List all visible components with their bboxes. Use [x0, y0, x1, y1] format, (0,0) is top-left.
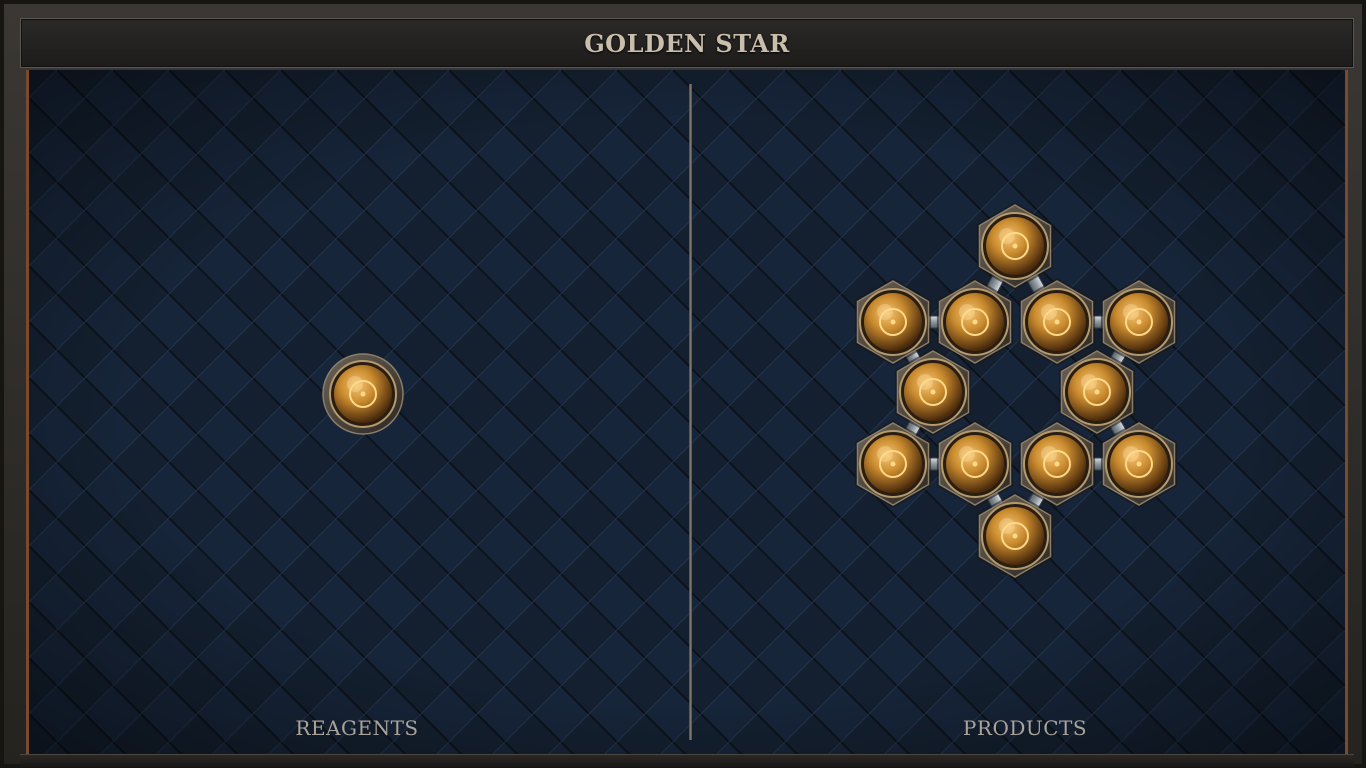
gold-atom-icon — [1018, 420, 1096, 508]
game-window-frame: GOLDEN STAR REAGENTS PRODUCTS — [0, 0, 1366, 768]
reagents-area[interactable] — [322, 353, 404, 435]
puzzle-title: GOLDEN STAR — [584, 28, 790, 58]
gold-atom-icon — [936, 420, 1014, 508]
gold-atom-icon — [854, 278, 932, 366]
molecule-layer — [322, 202, 1178, 580]
gold-atom-icon — [854, 420, 932, 508]
products-label: PRODUCTS — [962, 716, 1088, 740]
gold-atom-icon — [1058, 348, 1136, 436]
reaction-board: REAGENTS PRODUCTS — [26, 70, 1348, 754]
gold-atom-icon[interactable] — [322, 353, 404, 435]
gold-atom-icon — [1100, 278, 1178, 366]
gold-atom-icon — [976, 202, 1054, 290]
gold-atom-icon — [894, 348, 972, 436]
gold-atom-icon — [976, 492, 1054, 580]
gold-atom-icon — [936, 278, 1014, 366]
title-bar: GOLDEN STAR — [20, 18, 1354, 68]
products-area — [854, 202, 1178, 580]
reagents-label: REAGENTS — [295, 716, 419, 740]
gold-atom-icon — [1018, 278, 1096, 366]
bottom-frame-bar — [20, 754, 1354, 767]
gold-atom-icon — [1100, 420, 1178, 508]
